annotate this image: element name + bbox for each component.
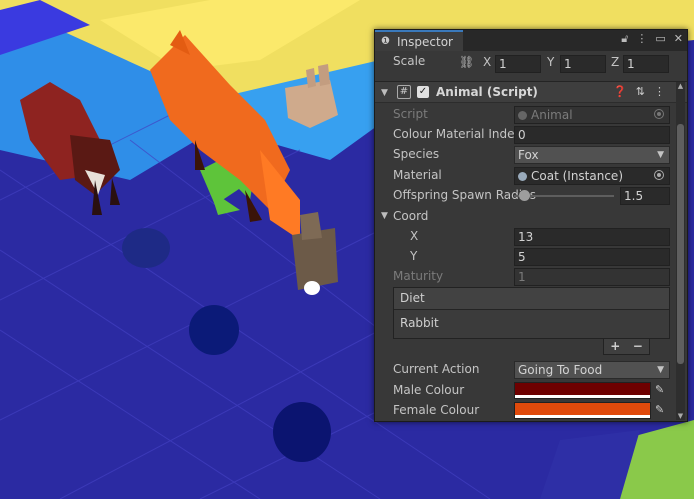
scroll-down-icon[interactable]: ▼ <box>676 412 685 420</box>
object-picker-icon <box>654 109 664 119</box>
diet-list-buttons: + − <box>603 339 650 355</box>
material-value: Coat (Instance) <box>531 169 623 183</box>
female-colour-swatch[interactable] <box>514 402 651 419</box>
pit-1 <box>122 228 170 268</box>
inspector-tabbar: ❶ Inspector 🔓︎ ⋮ ▭ ✕ <box>375 30 687 51</box>
female-colour-row: Female Colour ✎ <box>375 401 671 421</box>
alpha-bar <box>515 415 650 418</box>
unlink-icon[interactable]: ⛓ <box>459 55 474 69</box>
diet-list-item[interactable]: Rabbit <box>400 316 439 330</box>
pit-3 <box>273 402 331 462</box>
species-label: Species <box>393 147 440 161</box>
colour-material-index-field[interactable]: 0 <box>514 126 670 144</box>
species-dropdown[interactable]: Fox ▼ <box>514 146 670 164</box>
female-colour-label: Female Colour <box>393 403 480 417</box>
coord-row[interactable]: ▼ Coord <box>375 207 671 227</box>
coord-fold-icon[interactable]: ▼ <box>381 211 388 221</box>
scale-y-label: Y <box>547 55 555 69</box>
eyedropper-icon[interactable]: ✎ <box>655 403 664 416</box>
species-row: Species Fox ▼ <box>375 145 671 165</box>
presets-icon[interactable]: ⇅ <box>636 85 645 98</box>
male-colour-row: Male Colour ✎ <box>375 381 671 401</box>
pit-2 <box>189 305 239 355</box>
script-value: Animal <box>531 108 573 122</box>
close-icon[interactable]: ✕ <box>674 32 683 46</box>
maturity-field: 1 <box>514 268 670 286</box>
coord-label: Coord <box>393 209 429 223</box>
male-colour-label: Male Colour <box>393 383 465 397</box>
diet-list-header[interactable]: Diet <box>394 288 669 310</box>
material-label: Material <box>393 168 442 182</box>
scale-x-field[interactable]: 1 <box>495 55 541 73</box>
scroll-up-icon[interactable]: ▲ <box>676 82 685 90</box>
current-action-dropdown[interactable]: Going To Food ▼ <box>514 361 670 379</box>
colour-material-index-row: Colour Material Index 0 <box>375 125 671 145</box>
kebab-icon[interactable]: ⋮ <box>654 85 665 98</box>
fold-arrow-icon[interactable]: ▼ <box>381 88 388 98</box>
coord-x-label: X <box>410 229 419 243</box>
tab-inspector-label: Inspector <box>397 34 453 49</box>
scale-z-field[interactable]: 1 <box>623 55 669 73</box>
coord-y-label: Y <box>410 249 418 263</box>
inspector-scrollbar[interactable]: ▲ ▼ <box>676 82 685 420</box>
current-action-row: Current Action Going To Food ▼ <box>375 360 671 380</box>
scale-x-label: X <box>483 55 492 69</box>
animal-script-header[interactable]: ▼ # ✓ Animal (Script) ❓ ⇅ ⋮ <box>375 81 687 103</box>
offspring-spawn-radius-row: Offspring Spawn Radius 1.5 <box>375 186 671 206</box>
help-icon[interactable]: ❓ <box>613 85 627 98</box>
coord-x-field[interactable]: 13 <box>514 228 670 246</box>
tab-inspector[interactable]: ❶ Inspector <box>375 30 463 51</box>
component-header-icons: ❓ ⇅ ⋮ <box>613 85 665 98</box>
script-row: Script Animal <box>375 105 671 125</box>
offspring-slider-knob[interactable] <box>519 190 530 201</box>
info-icon: ❶ <box>381 36 390 47</box>
maturity-row: Maturity 1 <box>375 267 671 287</box>
current-action-label: Current Action <box>393 362 480 376</box>
kebab-icon[interactable]: ⋮ <box>636 32 647 46</box>
chevron-down-icon: ▼ <box>657 150 664 160</box>
inspector-panel: ❶ Inspector 🔓︎ ⋮ ▭ ✕ Scale ⛓ X 1 Y 1 Z 1… <box>374 29 688 422</box>
material-icon <box>518 172 527 181</box>
object-picker-icon[interactable] <box>654 170 664 180</box>
alpha-bar <box>515 395 650 398</box>
script-label: Script <box>393 107 428 121</box>
script-file-icon <box>518 111 527 120</box>
coord-y-row: Y 5 <box>375 247 671 267</box>
offspring-spawn-radius-field[interactable]: 1.5 <box>620 187 670 205</box>
male-colour-swatch[interactable] <box>514 382 651 399</box>
coord-x-row: X 13 <box>375 227 671 247</box>
window-controls: 🔓︎ ⋮ ▭ ✕ <box>621 32 683 46</box>
coord-y-field[interactable]: 5 <box>514 248 670 266</box>
species-value: Fox <box>518 148 539 162</box>
scale-y-field[interactable]: 1 <box>560 55 606 73</box>
current-action-value: Going To Food <box>518 363 603 377</box>
script-field: Animal <box>514 106 670 124</box>
scale-row: Scale ⛓ X 1 Y 1 Z 1 <box>375 52 687 74</box>
scale-label: Scale <box>393 54 426 68</box>
component-title: Animal (Script) <box>436 85 538 99</box>
colour-material-index-label: Colour Material Index <box>393 127 522 141</box>
eyedropper-icon[interactable]: ✎ <box>655 383 664 396</box>
script-icon: # <box>397 85 411 99</box>
material-field[interactable]: Coat (Instance) <box>514 167 670 185</box>
maturity-label: Maturity <box>393 269 444 283</box>
lock-icon[interactable]: 🔓︎ <box>621 32 628 46</box>
chevron-down-icon: ▼ <box>657 365 664 375</box>
scale-z-label: Z <box>611 55 620 69</box>
component-enabled-checkbox[interactable]: ✓ <box>417 86 429 98</box>
remove-item-button[interactable]: − <box>633 339 643 354</box>
add-item-button[interactable]: + <box>610 339 620 354</box>
scroll-thumb[interactable] <box>677 124 684 364</box>
material-row: Material Coat (Instance) <box>375 166 671 186</box>
maximize-icon[interactable]: ▭ <box>655 32 665 46</box>
diet-list: Diet Rabbit <box>393 287 670 339</box>
